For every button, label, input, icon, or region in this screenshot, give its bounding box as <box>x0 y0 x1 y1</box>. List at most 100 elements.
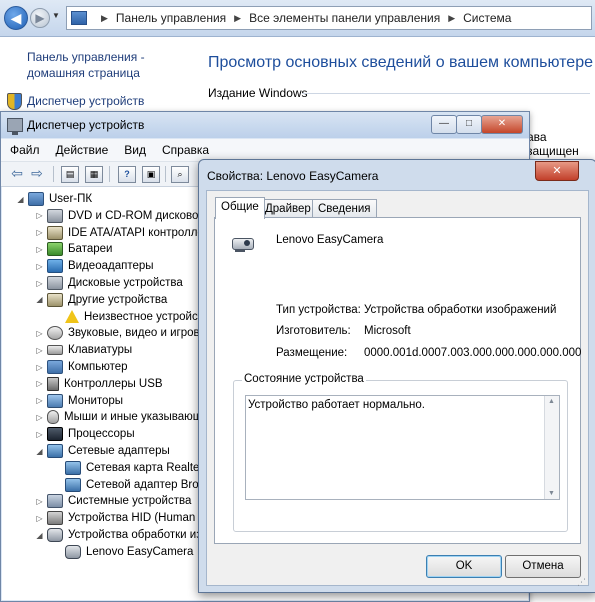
tree-node[interactable]: ◢ Сетевые адаптеры <box>35 443 170 459</box>
control-panel-home-link[interactable]: Панель управления - домашняя страница <box>27 49 187 81</box>
tree-node[interactable]: ▷ IDE ATA/ATAPI контроллеры <box>35 225 219 241</box>
tree-node-label: Дисковые устройства <box>68 277 183 289</box>
menu-file[interactable]: Файл <box>3 143 47 157</box>
collapse-arrow-icon[interactable]: ◢ <box>35 447 44 456</box>
expand-arrow-icon[interactable]: ▷ <box>35 430 44 439</box>
expand-arrow-icon[interactable]: ▷ <box>35 379 44 388</box>
tree-node-label: Контроллеры USB <box>64 377 163 390</box>
tree-node[interactable]: ▷ Батареи <box>35 241 112 257</box>
device-status-textbox[interactable]: Устройство работает нормально. ▲ ▼ <box>245 395 560 500</box>
tree-node[interactable]: ▷ Видеоадаптеры <box>35 258 154 274</box>
properties-icon[interactable]: ▦ <box>85 166 103 183</box>
toolbar-separator <box>165 166 166 182</box>
tree-node-label: Другие устройства <box>68 293 168 306</box>
minimize-button[interactable]: — <box>431 115 457 134</box>
tab-general[interactable]: Общие <box>215 197 265 219</box>
tree-node-label: Сетевые адаптеры <box>68 445 170 457</box>
device-manager-link[interactable]: Диспетчер устройств <box>27 94 144 108</box>
tree-node[interactable]: ▷ Процессоры <box>35 426 135 442</box>
tree-node[interactable]: Неизвестное устройство <box>53 309 215 325</box>
tree-node-label: Процессоры <box>68 428 135 441</box>
expand-arrow-icon[interactable]: ▷ <box>35 413 44 422</box>
processor-icon <box>47 427 63 442</box>
breadcrumb-item-all-items[interactable]: Все элементы панели управления <box>249 11 440 25</box>
menu-action[interactable]: Действие <box>49 143 116 157</box>
tree-node[interactable]: ▷ Клавиатуры <box>35 342 132 358</box>
system-page-title: Просмотр основных сведений о вашем компь… <box>208 54 593 71</box>
device-manager-title: Диспетчер устройств <box>27 118 145 132</box>
device-manager-titlebar[interactable]: Диспетчер устройств — □ ✕ <box>1 112 529 138</box>
general-tab-panel: Lenovo EasyCamera Тип устройства: Устрой… <box>214 217 581 544</box>
partially-hidden-text: ава защищен <box>527 130 579 158</box>
expand-arrow-icon[interactable]: ▷ <box>35 262 44 271</box>
collapse-arrow-icon[interactable]: ◢ <box>35 295 44 304</box>
keyboard-icon <box>47 345 63 356</box>
tree-node-label: Неизвестное устройство <box>84 310 216 323</box>
tree-node[interactable]: ▷ Мониторы <box>35 393 123 409</box>
scan-hardware-icon[interactable]: ⌕ <box>171 166 189 183</box>
expand-arrow-icon[interactable]: ▷ <box>35 497 44 506</box>
scroll-down-icon[interactable]: ▼ <box>548 490 555 497</box>
expand-arrow-icon[interactable]: ▷ <box>35 396 44 405</box>
windows-edition-heading: Издание Windows <box>208 86 308 100</box>
help-icon[interactable]: ? <box>118 166 136 183</box>
tree-node-label: User-ПК <box>49 193 93 205</box>
breadcrumb-item-control-panel[interactable]: Панель управления <box>116 11 226 25</box>
expand-arrow-icon[interactable]: ▷ <box>35 346 44 355</box>
uac-shield-icon <box>7 93 22 110</box>
ok-button[interactable]: OK <box>426 555 502 578</box>
close-button[interactable]: ✕ <box>481 115 523 134</box>
location-label: Размещение: <box>276 347 348 359</box>
display-adapter-icon <box>47 259 63 274</box>
battery-icon <box>47 242 63 257</box>
tree-view-icon[interactable]: ▤ <box>61 166 79 183</box>
tree-node[interactable]: ▷ Системные устройства <box>35 493 191 509</box>
tree-node[interactable]: Lenovo EasyCamera <box>53 544 193 560</box>
dialog-close-button[interactable]: ✕ <box>535 161 579 181</box>
tree-node[interactable]: ▷ Дисковые устройства <box>35 275 183 291</box>
expand-arrow-icon[interactable]: ▷ <box>35 363 44 372</box>
network-adapter-icon <box>47 444 63 458</box>
scroll-up-icon[interactable]: ▲ <box>548 398 555 405</box>
breadcrumb-item-system[interactable]: Система <box>463 11 511 25</box>
tree-node[interactable]: ▷ Компьютер <box>35 359 128 375</box>
cancel-button[interactable]: Отмена <box>505 555 581 578</box>
tree-node[interactable]: ◢ User-ПК <box>16 191 92 207</box>
device-name: Lenovo EasyCamera <box>276 234 384 246</box>
collapse-arrow-icon[interactable]: ◢ <box>16 195 25 204</box>
tab-driver[interactable]: Драйвер <box>259 199 317 218</box>
resize-grip-icon[interactable]: ⋰ <box>577 577 586 588</box>
tree-node[interactable]: ▷ Контроллеры USB <box>35 376 163 392</box>
tree-node[interactable]: ◢ Другие устройства <box>35 292 167 308</box>
expand-arrow-icon[interactable]: ▷ <box>35 245 44 254</box>
forward-arrow-icon[interactable]: ▶ <box>30 8 50 28</box>
location-value: 0000.001d.0007.003.000.000.000.000.000 <box>364 347 582 359</box>
back-arrow-icon[interactable]: ◀ <box>4 6 28 30</box>
menu-help[interactable]: Справка <box>155 143 216 157</box>
tree-node-label: Компьютер <box>68 361 128 373</box>
camera-icon <box>65 544 81 559</box>
ide-controller-icon <box>47 225 63 240</box>
address-bar[interactable]: ▶ Панель управления ▶ Все элементы панел… <box>66 6 592 30</box>
manufacturer-label: Изготовитель: <box>276 325 351 337</box>
tree-node-label: Батареи <box>68 243 113 256</box>
expand-arrow-icon[interactable]: ▷ <box>35 211 44 220</box>
computer-icon <box>28 192 44 206</box>
tree-node-label: Клавиатуры <box>68 344 133 357</box>
collapse-arrow-icon[interactable]: ◢ <box>35 531 44 540</box>
history-dropdown-icon[interactable]: ▼ <box>52 11 60 20</box>
show-hidden-icon[interactable]: ▣ <box>142 166 160 183</box>
forward-arrow-icon[interactable]: ⇨ <box>29 166 45 181</box>
back-arrow-icon[interactable]: ⇦ <box>9 166 25 181</box>
expand-arrow-icon[interactable]: ▷ <box>35 228 44 237</box>
properties-dialog: Свойства: Lenovo EasyCamera ✕ Общие Драй… <box>198 159 595 593</box>
status-scrollbar[interactable]: ▲ ▼ <box>544 396 559 499</box>
maximize-button[interactable]: □ <box>456 115 482 134</box>
tree-node[interactable]: ▷ DVD и CD-ROM дисководы <box>35 208 213 224</box>
expand-arrow-icon[interactable]: ▷ <box>35 514 44 523</box>
expand-arrow-icon[interactable]: ▷ <box>35 279 44 288</box>
hid-icon <box>47 511 63 526</box>
menu-view[interactable]: Вид <box>117 143 153 157</box>
tab-details[interactable]: Сведения <box>312 199 377 218</box>
expand-arrow-icon[interactable]: ▷ <box>35 329 44 338</box>
